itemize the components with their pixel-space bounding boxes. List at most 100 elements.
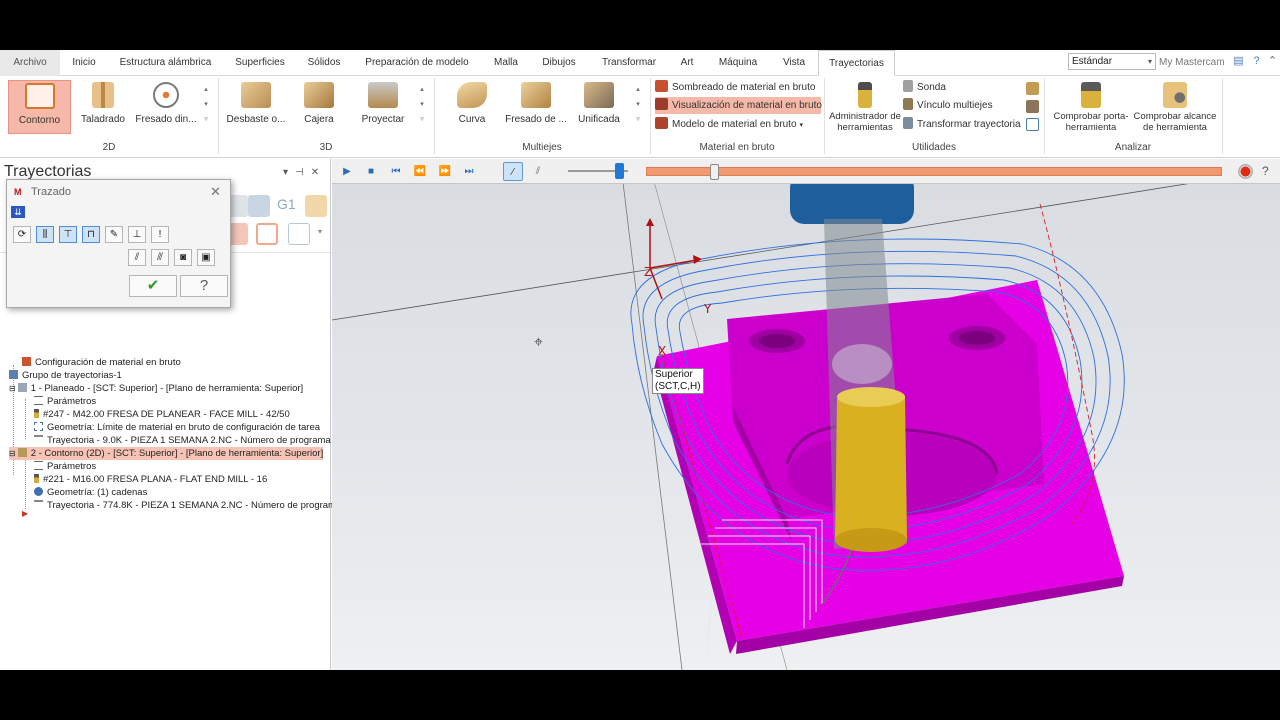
- tree-label: Parámetros: [47, 461, 97, 472]
- tree-op1-geometry[interactable]: Geometría: Límite de material en bruto d…: [34, 421, 320, 434]
- gallery-scroll-multiaxis[interactable]: ▴ ▾ ▿: [634, 82, 642, 127]
- options-icon[interactable]: [288, 223, 310, 245]
- toolpath-lines-icon[interactable]: ⫽: [128, 249, 146, 266]
- stock-display-item[interactable]: Visualización de material en bruto: [655, 97, 822, 114]
- chevron-down-icon[interactable]: ▾: [318, 227, 322, 236]
- skip-end-icon[interactable]: ⏭: [459, 162, 479, 181]
- stock-shading-item[interactable]: Sombreado de material en bruto: [655, 79, 821, 96]
- track-tool-icon[interactable]: ⁄: [503, 162, 523, 181]
- toolbar-icon-c[interactable]: [305, 195, 327, 217]
- gallery-scroll-3d[interactable]: ▴ ▾ ▿: [418, 82, 426, 127]
- ok-button[interactable]: ✔: [129, 275, 177, 297]
- check-reach-button[interactable]: Comprobar alcance de herramienta: [1130, 80, 1220, 134]
- tab-trayectorias[interactable]: Trayectorias: [818, 50, 895, 76]
- check-holder-button[interactable]: Comprobar porta-herramienta: [1048, 80, 1134, 134]
- progress-thumb[interactable]: [710, 164, 720, 180]
- fresado-multiejes-button[interactable]: Fresado de ...: [504, 80, 568, 134]
- tab-solidos[interactable]: Sólidos: [297, 50, 351, 76]
- stock-model-item[interactable]: Modelo de material en bruto ▾: [655, 116, 821, 133]
- check-reach-label: Comprobar alcance de herramienta: [1133, 111, 1217, 133]
- view-label-system: (SCT,C,H): [655, 381, 701, 392]
- tree-op2-tool[interactable]: #221 - M16.00 FRESA PLANA - FLAT END MIL…: [34, 473, 267, 486]
- record-icon[interactable]: [1238, 164, 1253, 179]
- hole-left-inner: [759, 334, 795, 348]
- stop-icon[interactable]: ■: [361, 162, 381, 181]
- axis-y-arrow: [693, 255, 702, 264]
- help-icon[interactable]: ?: [1250, 55, 1263, 68]
- tool-icon-b[interactable]: [1026, 100, 1039, 113]
- contorno-button[interactable]: Contorno: [8, 80, 71, 134]
- tool-icon-a[interactable]: [1026, 82, 1039, 95]
- tool-icon-c[interactable]: [1026, 118, 1039, 131]
- tool-display-icon[interactable]: ⊥: [128, 226, 146, 243]
- alert-icon[interactable]: !: [151, 226, 169, 243]
- refresh-icon[interactable]: ⟳: [13, 226, 31, 243]
- show-tool-icon[interactable]: ⫼: [36, 226, 54, 243]
- skip-start-icon[interactable]: ⏮: [386, 162, 406, 181]
- toolpath-multi-icon[interactable]: ⫻: [151, 249, 169, 266]
- help-button[interactable]: ?: [180, 275, 228, 297]
- feedback-icon[interactable]: ▤: [1232, 55, 1245, 68]
- close-button[interactable]: ✕: [210, 184, 221, 200]
- transform-toolpath-item[interactable]: Transformar trayectoria: [903, 116, 1021, 133]
- tab-inicio[interactable]: Inicio: [62, 50, 106, 76]
- desbaste-button[interactable]: Desbaste o...: [224, 80, 288, 134]
- project-icon: [368, 82, 398, 108]
- collapse-dialog-icon[interactable]: ⇊: [11, 206, 25, 218]
- tree-stock-setup[interactable]: Configuración de material en bruto: [22, 356, 181, 369]
- tool-manager-button[interactable]: Administrador de herramientas: [829, 80, 901, 134]
- collapse-ribbon-icon[interactable]: ⌃: [1266, 55, 1279, 68]
- taladrado-button[interactable]: Taladrado: [78, 80, 128, 134]
- tree-label: #247 - M42.00 FRESA DE PLANEAR - FACE MI…: [43, 409, 290, 420]
- track-toolpath-icon[interactable]: ⫽: [528, 162, 548, 181]
- style-select[interactable]: Estándar ▾: [1068, 53, 1156, 70]
- probe-item[interactable]: Sonda: [903, 79, 946, 96]
- tab-maquina[interactable]: Máquina: [705, 50, 771, 76]
- tree-label: Trayectoria - 774.8K - PIEZA 1 SEMANA 2.…: [47, 500, 342, 511]
- graphics-viewport[interactable]: Z Y X Superior (SCT,C,H) ⌖: [332, 184, 1280, 670]
- tree-op2-geometry[interactable]: Geometría: (1) cadenas: [34, 486, 147, 499]
- tab-estructura-alambrica[interactable]: Estructura alámbrica: [108, 50, 223, 76]
- cajera-button[interactable]: Cajera: [294, 80, 344, 134]
- panel-controls[interactable]: ▾⊣✕: [283, 167, 326, 178]
- toolbar-icon-b[interactable]: [248, 195, 270, 217]
- tree-group[interactable]: Grupo de trayectorias-1: [9, 369, 122, 382]
- group-label-multiaxis: Multiejes: [522, 142, 562, 153]
- show-holder-icon[interactable]: ⊤: [59, 226, 77, 243]
- tab-vista[interactable]: Vista: [773, 50, 815, 76]
- tree-op-1[interactable]: ⊟ 1 - Planeado - [SCT: Superior] - [Plano…: [9, 382, 303, 395]
- my-mastercam-link[interactable]: My Mastercam: [1159, 50, 1225, 76]
- tree-op-2[interactable]: ⊟ 2 - Contorno (2D) - [SCT: Superior] - […: [9, 447, 324, 460]
- tab-superficies[interactable]: Superficies: [225, 50, 295, 76]
- tree-op1-tool[interactable]: #247 - M42.00 FRESA DE PLANEAR - FACE MI…: [34, 408, 290, 421]
- speed-slider-thumb[interactable]: [615, 163, 624, 179]
- camera-icon[interactable]: ◙: [174, 249, 192, 266]
- tree-op2-toolpath[interactable]: Trayectoria - 774.8K - PIEZA 1 SEMANA 2.…: [34, 499, 341, 512]
- gallery-scroll-2d[interactable]: ▴ ▾ ▿: [202, 82, 210, 127]
- fresado-dinamico-button[interactable]: Fresado din...: [134, 80, 198, 134]
- step-forward-icon[interactable]: ⏩: [435, 162, 455, 181]
- curva-button[interactable]: Curva: [446, 80, 498, 134]
- play-icon[interactable]: ▶: [337, 162, 357, 181]
- tab-dibujos[interactable]: Dibujos: [531, 50, 587, 76]
- folder-icon: [17, 383, 27, 392]
- unificada-button[interactable]: Unificada: [574, 80, 624, 134]
- tab-art[interactable]: Art: [671, 50, 703, 76]
- proyectar-button[interactable]: Proyectar: [352, 80, 414, 134]
- tree-op1-params[interactable]: Parámetros: [34, 395, 96, 408]
- multiaxis-link-item[interactable]: Vínculo multiejes: [903, 97, 993, 114]
- show-stock-icon[interactable]: ⊓: [82, 226, 100, 243]
- tab-archivo[interactable]: Archivo: [0, 50, 60, 76]
- g1-icon[interactable]: G1: [277, 196, 296, 212]
- tab-transformar[interactable]: Transformar: [589, 50, 669, 76]
- tab-malla[interactable]: Malla: [483, 50, 529, 76]
- step-back-icon[interactable]: ⏪: [410, 162, 430, 181]
- help-icon[interactable]: ?: [1262, 164, 1269, 178]
- save-icon[interactable]: ▣: [197, 249, 215, 266]
- shape-icon[interactable]: [256, 223, 278, 245]
- tree-op1-toolpath[interactable]: Trayectoria - 9.0K - PIEZA 1 SEMANA 2.NC…: [34, 434, 339, 447]
- color-toolpath-icon[interactable]: ✎: [105, 226, 123, 243]
- tab-preparacion-modelo[interactable]: Preparación de modelo: [353, 50, 481, 76]
- tree-op2-params[interactable]: Parámetros: [34, 460, 96, 473]
- progress-bar[interactable]: [646, 164, 1222, 180]
